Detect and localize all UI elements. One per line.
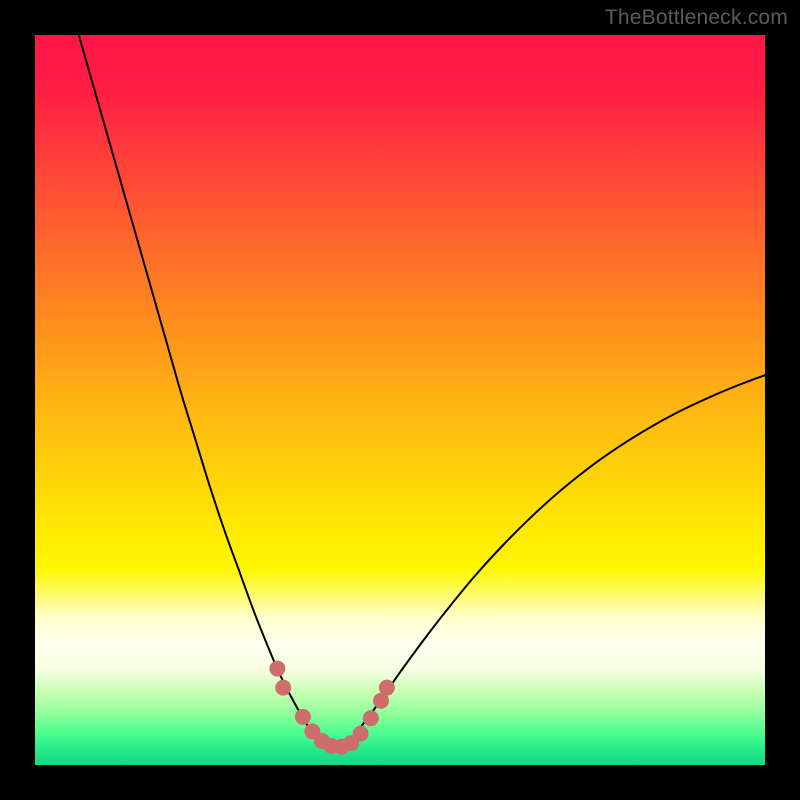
- marker-dot: [363, 711, 378, 726]
- marker-dot: [379, 680, 394, 695]
- plot-area: [35, 35, 765, 765]
- watermark-text: TheBottleneck.com: [605, 6, 788, 30]
- marker-dot: [295, 709, 310, 724]
- marker-dot: [353, 726, 368, 741]
- marker-dot: [270, 661, 285, 676]
- chart-curve: [35, 35, 765, 765]
- curve-path: [79, 35, 765, 747]
- marker-dot: [276, 680, 291, 695]
- frame: TheBottleneck.com: [0, 0, 800, 800]
